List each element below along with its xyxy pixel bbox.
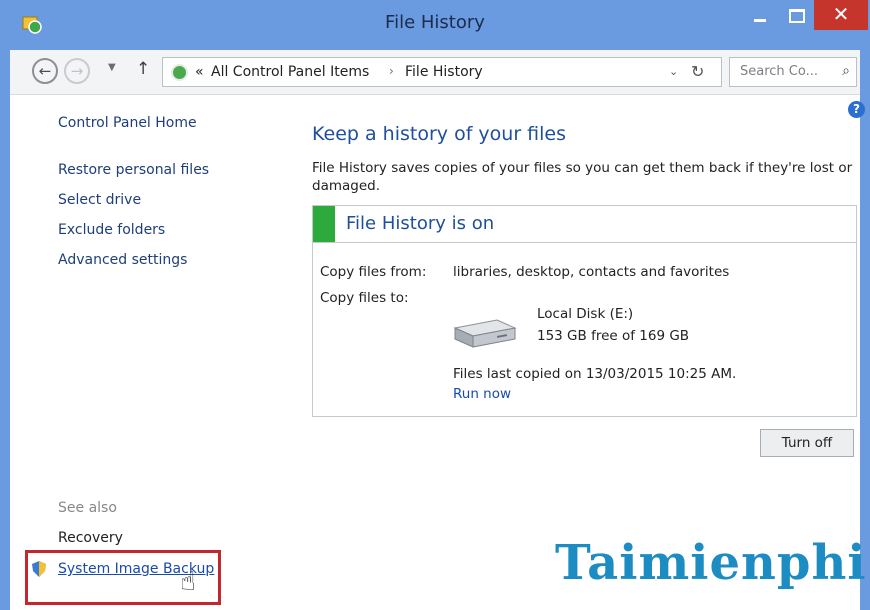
hand-cursor-icon: ☝: [180, 567, 196, 597]
recent-locations-icon[interactable]: ▼: [108, 62, 116, 73]
maximize-button[interactable]: [778, 0, 812, 30]
crumb-separator[interactable]: ›: [389, 64, 394, 78]
window-title: File History: [385, 12, 485, 33]
shield-icon: [32, 561, 46, 577]
forward-arrow-icon[interactable]: →: [64, 58, 90, 84]
status-panel: File History is on Copy files from: libr…: [312, 205, 857, 417]
select-drive-link[interactable]: Select drive: [58, 192, 141, 208]
page-description: File History saves copies of your files …: [312, 160, 853, 194]
hard-drive-icon: [453, 319, 517, 348]
back-arrow-icon[interactable]: ←: [32, 58, 58, 84]
content-area: ? Control Panel Home Restore personal fi…: [10, 95, 866, 610]
advanced-settings-link[interactable]: Advanced settings: [58, 252, 187, 268]
status-header: File History is on: [313, 206, 856, 243]
status-indicator: [313, 206, 335, 242]
last-copied-text: Files last copied on 13/03/2015 10:25 AM…: [453, 366, 737, 382]
address-bar[interactable]: « All Control Panel Items › File History…: [162, 57, 722, 87]
file-history-window: File History ✕ ← → ▼ ↑ « All Control Pan…: [0, 0, 870, 610]
copy-to-label: Copy files to:: [320, 290, 409, 306]
control-panel-home-link[interactable]: Control Panel Home: [58, 115, 197, 131]
address-dropdown-icon[interactable]: ⌄: [669, 65, 678, 78]
maximize-icon: [789, 9, 805, 23]
control-panel-icon: [171, 64, 188, 81]
search-box[interactable]: Search Co... ⌕: [729, 57, 857, 87]
minimize-button[interactable]: [742, 0, 776, 30]
page-heading: Keep a history of your files: [312, 123, 567, 145]
watermark-text: Taimienphi: [555, 535, 867, 591]
drive-name: Local Disk (E:): [537, 306, 634, 322]
turn-off-button[interactable]: Turn off: [760, 429, 854, 457]
drive-free-space: 153 GB free of 169 GB: [537, 328, 690, 344]
close-icon: ✕: [832, 2, 850, 26]
see-also-heading: See also: [58, 500, 117, 516]
title-bar[interactable]: File History ✕: [0, 0, 870, 50]
up-arrow-icon[interactable]: ↑: [136, 59, 150, 79]
refresh-icon[interactable]: ↻: [691, 62, 704, 81]
address-overflow[interactable]: «: [195, 64, 204, 80]
run-now-link[interactable]: Run now: [453, 386, 511, 402]
crumb-file-history[interactable]: File History: [405, 64, 483, 80]
navigation-bar: ← → ▼ ↑ « All Control Panel Items › File…: [10, 50, 860, 95]
search-input[interactable]: Search Co...: [740, 64, 818, 79]
search-icon[interactable]: ⌕: [842, 63, 850, 79]
close-button[interactable]: ✕: [814, 0, 868, 30]
exclude-folders-link[interactable]: Exclude folders: [58, 222, 165, 238]
minimize-icon: [754, 19, 766, 22]
restore-personal-files-link[interactable]: Restore personal files: [58, 162, 209, 178]
crumb-all-control-panel-items[interactable]: All Control Panel Items: [211, 64, 369, 80]
status-text: File History is on: [346, 213, 495, 234]
copy-from-value: libraries, desktop, contacts and favorit…: [453, 264, 730, 280]
recovery-link[interactable]: Recovery: [58, 530, 123, 546]
copy-from-label: Copy files from:: [320, 264, 427, 280]
help-icon[interactable]: ?: [848, 101, 865, 118]
